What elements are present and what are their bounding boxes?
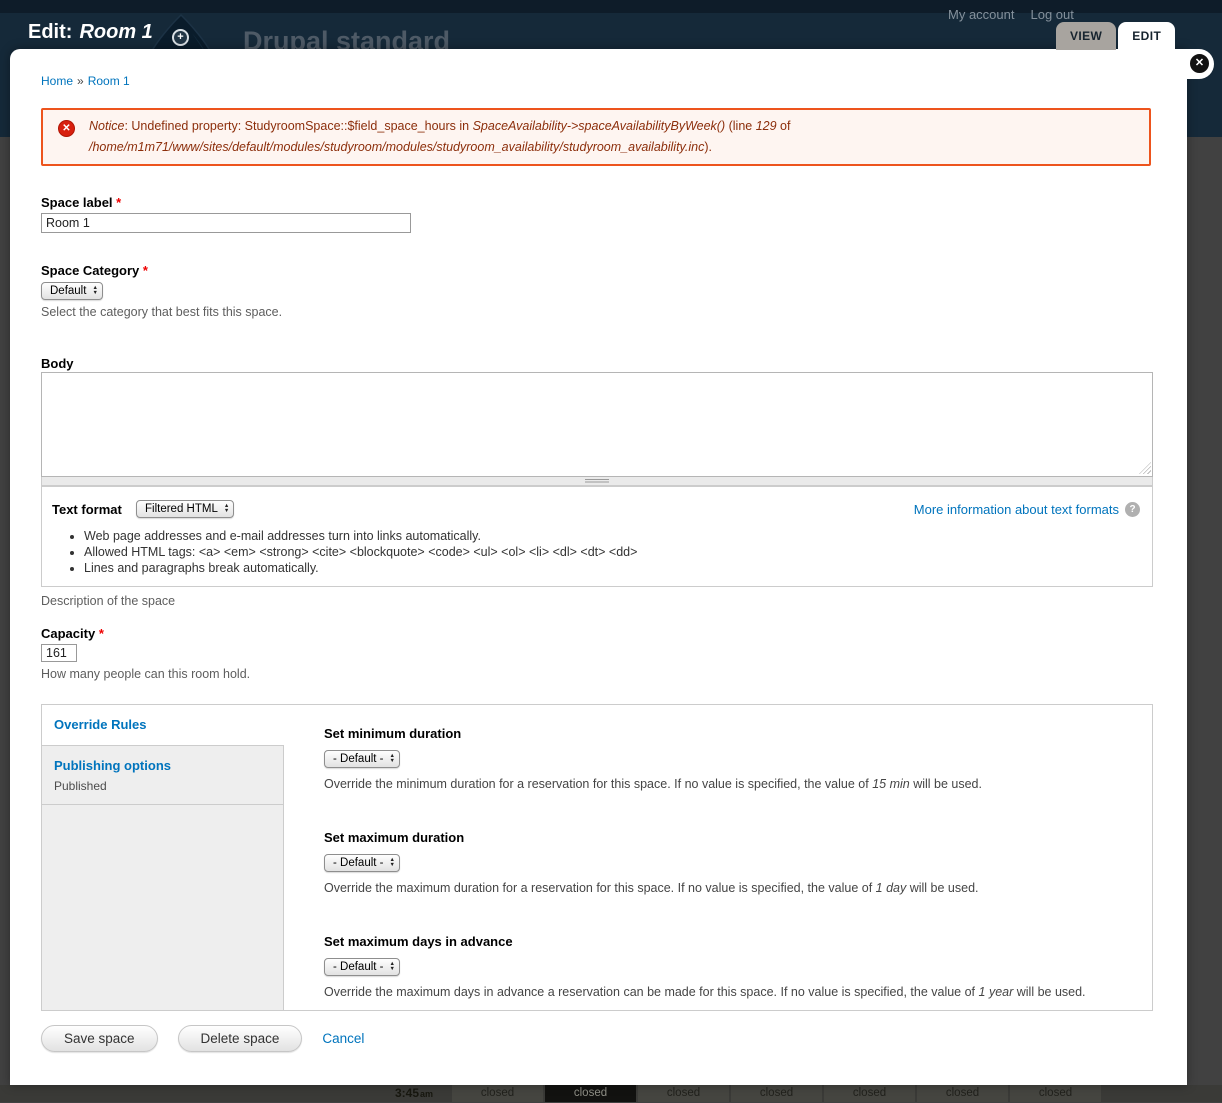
- my-account-link[interactable]: My account: [948, 7, 1014, 22]
- filter-tip: Web page addresses and e-mail addresses …: [84, 528, 637, 544]
- page-title-prefix: Edit:: [28, 21, 73, 43]
- log-out-link[interactable]: Log out: [1030, 7, 1073, 22]
- select-arrows-icon: ▲ ▼: [389, 753, 395, 764]
- min-duration-value: - Default -: [333, 753, 384, 765]
- select-arrows-icon: ▲ ▼: [389, 857, 395, 868]
- page-title: Edit: Room 1: [28, 21, 153, 44]
- max-duration-description: Override the maximum duration for a rese…: [324, 881, 979, 895]
- error-file-path: /home/m1m71/www/sites/default/modules/st…: [89, 140, 705, 154]
- text-format-label: Text format: [52, 502, 122, 517]
- tab-edit[interactable]: EDIT: [1118, 22, 1176, 50]
- capacity-input[interactable]: [41, 644, 77, 662]
- vtab-label[interactable]: Override Rules: [54, 717, 147, 732]
- min-duration-description: Override the minimum duration for a rese…: [324, 777, 982, 791]
- tab-view[interactable]: VIEW: [1056, 22, 1117, 50]
- min-duration-select[interactable]: - Default - ▲ ▼: [324, 750, 400, 768]
- max-duration-select[interactable]: - Default - ▲ ▼: [324, 854, 400, 872]
- filter-tip: Allowed HTML tags: <a> <em> <strong> <ci…: [84, 544, 637, 560]
- space-label-input[interactable]: [41, 213, 411, 233]
- body-label: Body: [41, 356, 74, 371]
- space-category-value: Default: [50, 285, 87, 297]
- textarea-grippie[interactable]: [41, 477, 1153, 486]
- vtab-override-rules[interactable]: Override Rules: [42, 705, 284, 746]
- max-days-advance-value: - Default -: [333, 961, 384, 973]
- text-format-select[interactable]: Filtered HTML ▲ ▼: [136, 500, 235, 518]
- breadcrumb-separator: »: [77, 74, 84, 88]
- vertical-tabs-menu: Override Rules Publishing options Publis…: [42, 705, 284, 1010]
- add-shortcut-icon[interactable]: +: [172, 29, 189, 46]
- select-arrows-icon: ▲ ▼: [92, 285, 98, 296]
- capacity-label: Capacity *: [41, 626, 104, 641]
- availability-cell: closed: [452, 1085, 543, 1102]
- space-category-label: Space Category *: [41, 263, 148, 278]
- breadcrumb: Home » Room 1: [41, 74, 130, 88]
- required-marker: *: [116, 195, 122, 210]
- error-text: (line: [725, 119, 756, 133]
- meridiem-label: am: [420, 1089, 434, 1099]
- breadcrumb-home-link[interactable]: Home: [41, 74, 73, 88]
- view-edit-tabs: VIEW EDIT: [1056, 22, 1176, 50]
- cancel-link[interactable]: Cancel: [322, 1031, 364, 1046]
- availability-cell: closed: [731, 1085, 822, 1102]
- max-duration-value: - Default -: [333, 857, 384, 869]
- filter-tips-list: Web page addresses and e-mail addresses …: [72, 528, 637, 576]
- breadcrumb-current-link[interactable]: Room 1: [88, 74, 130, 88]
- required-marker: *: [98, 626, 104, 641]
- save-space-button[interactable]: Save space: [41, 1025, 158, 1052]
- space-category-select[interactable]: Default ▲ ▼: [41, 282, 103, 300]
- max-days-advance-section: Set maximum days in advance - Default - …: [324, 934, 1128, 999]
- max-days-advance-select[interactable]: - Default - ▲ ▼: [324, 958, 400, 976]
- required-marker: *: [142, 263, 148, 278]
- max-duration-label: Set maximum duration: [324, 830, 465, 845]
- body-textarea[interactable]: [41, 372, 1153, 477]
- account-links: My account Log out: [948, 7, 1074, 22]
- min-duration-label: Set minimum duration: [324, 726, 462, 741]
- error-notice-word: Notice: [89, 119, 125, 133]
- availability-cell: closed: [917, 1085, 1008, 1102]
- close-icon[interactable]: ✕: [1188, 52, 1211, 75]
- max-duration-section: Set maximum duration - Default - ▲ ▼ Over…: [324, 830, 1128, 895]
- vtab-label[interactable]: Publishing options: [54, 758, 171, 773]
- vertical-tabs: Override Rules Publishing options Publis…: [41, 704, 1153, 1011]
- error-line-number: 129: [755, 119, 777, 133]
- body-description: Description of the space: [41, 594, 176, 608]
- error-icon: ✕: [58, 120, 75, 137]
- delete-space-button[interactable]: Delete space: [177, 1025, 303, 1052]
- overlay-modal: Home » Room 1 ✕ Notice: Undefined property…: [10, 49, 1187, 1085]
- time-label: 3:45am: [395, 1086, 434, 1100]
- availability-cell-highlighted: closed: [545, 1085, 636, 1102]
- grippie-icon: [585, 478, 609, 484]
- filter-tip: Lines and paragraphs break automatically…: [84, 560, 637, 576]
- space-category-description: Select the category that best fits this …: [41, 305, 283, 319]
- select-arrows-icon: ▲ ▼: [389, 961, 395, 972]
- page-title-name: Room 1: [79, 21, 153, 43]
- vtab-publishing-options[interactable]: Publishing options Published: [42, 746, 283, 805]
- help-icon[interactable]: ?: [1125, 502, 1140, 517]
- vtab-summary: Published: [54, 779, 107, 793]
- text-format-more-link[interactable]: More information about text formats: [914, 502, 1119, 517]
- body-textarea-wrap: [41, 372, 1153, 477]
- error-text: of: [776, 119, 791, 133]
- availability-cell: closed: [638, 1085, 729, 1102]
- availability-cell: closed: [824, 1085, 915, 1102]
- error-message: ✕ Notice: Undefined property: StudyroomS…: [41, 108, 1151, 166]
- capacity-description: How many people can this room hold.: [41, 667, 251, 681]
- error-function: SpaceAvailability->spaceAvailabilityByWe…: [472, 119, 726, 133]
- vertical-tabs-pane: Set minimum duration - Default - ▲ ▼ Over…: [284, 705, 1152, 1010]
- availability-cell: closed: [1010, 1085, 1101, 1102]
- min-duration-section: Set minimum duration - Default - ▲ ▼ Over…: [324, 726, 1128, 791]
- space-label-label: Space label *: [41, 195, 122, 210]
- error-text: : Undefined property: StudyroomSpace::$f…: [124, 119, 473, 133]
- background-availability-row: 3:45am closed closed closed closed close…: [0, 1085, 1222, 1102]
- max-days-advance-label: Set maximum days in advance: [324, 934, 513, 949]
- select-arrows-icon: ▲ ▼: [223, 503, 230, 514]
- form-actions: Save space Delete space Cancel: [41, 1025, 364, 1052]
- max-days-advance-description: Override the maximum days in advance a r…: [324, 985, 1086, 999]
- text-format-box: Text format Filtered HTML ▲ ▼ More inform…: [41, 486, 1153, 587]
- error-text: ).: [704, 140, 712, 154]
- text-format-value: Filtered HTML: [145, 503, 218, 515]
